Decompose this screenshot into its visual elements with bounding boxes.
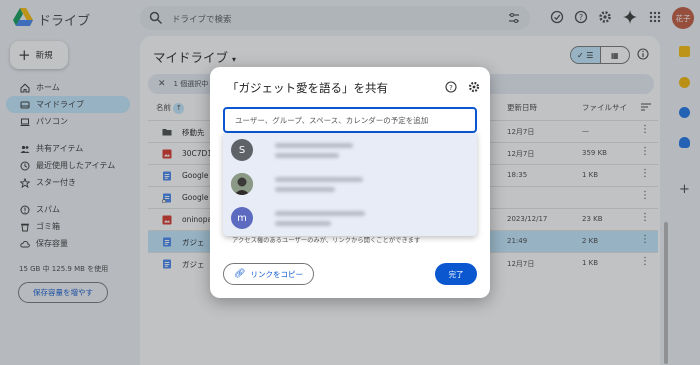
add-people-input[interactable]: ユーザー、グループ、スペース、カレンダーの予定を追加	[223, 107, 477, 133]
redacted-name	[275, 143, 353, 148]
avatar-photo	[231, 173, 253, 195]
done-button[interactable]: 完了	[435, 263, 477, 285]
avatar: m	[231, 207, 253, 229]
help-icon[interactable]: ?	[445, 81, 457, 93]
redacted-name	[275, 177, 363, 182]
svg-text:?: ?	[449, 84, 453, 92]
redacted-name	[275, 211, 365, 216]
link-icon: 🔗︎	[234, 269, 246, 279]
share-dialog: 「ガジェット愛を語る」を共有 ? ユーザー、グループ、スペース、カレンダーの予定…	[210, 67, 490, 298]
link-access-note: アクセス権のあるユーザーのみが、リンクから開くことができます	[232, 237, 421, 244]
people-suggestions: S m	[223, 133, 477, 236]
suggestion-item[interactable]	[223, 167, 477, 201]
suggestion-item[interactable]: m	[223, 201, 477, 235]
avatar: S	[231, 139, 253, 161]
redacted-email	[275, 187, 335, 192]
share-settings-icon[interactable]	[468, 81, 480, 93]
redacted-email	[275, 153, 339, 158]
dialog-title: 「ガジェット愛を語る」を共有	[227, 81, 388, 95]
suggestion-item[interactable]: S	[223, 133, 477, 167]
redacted-email	[275, 221, 331, 226]
copy-link-label: リンクをコピー	[250, 269, 303, 279]
copy-link-button[interactable]: 🔗︎ リンクをコピー	[223, 263, 314, 285]
